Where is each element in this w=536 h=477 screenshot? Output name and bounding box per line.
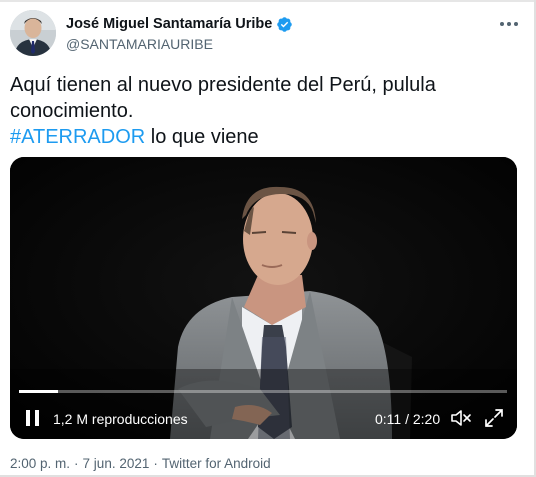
tweet-time[interactable]: 2:00 p. m. [10, 456, 70, 471]
meta-separator: · [74, 456, 79, 471]
pause-icon [26, 410, 39, 426]
fullscreen-icon [485, 409, 503, 427]
tweet-text-line-3-rest: lo que viene [145, 126, 259, 148]
more-dots-icon [500, 22, 518, 26]
top-divider [0, 0, 536, 2]
tweet-text-line-2: conocimiento. [10, 100, 134, 122]
video-progress-bar[interactable] [19, 390, 507, 393]
view-count: 1,2 M reproducciones [53, 411, 188, 427]
author-display-name[interactable]: José Miguel Santamaría Uribe [66, 16, 272, 32]
fullscreen-button[interactable] [484, 408, 504, 428]
tweet-text: Aquí tienen al nuevo presidente del Perú… [10, 72, 510, 150]
avatar-image [10, 10, 56, 56]
avatar[interactable] [10, 10, 56, 56]
verified-badge-icon [276, 16, 293, 33]
tweet-card: José Miguel Santamaría Uribe @SANTAMARIA… [0, 0, 536, 477]
tweet-text-line-3: #ATERRADOR lo que viene [10, 124, 510, 150]
author-handle[interactable]: @SANTAMARIAURIBE [66, 36, 213, 52]
tweet-date[interactable]: 7 jun. 2021 [83, 456, 150, 471]
video-progress-fill [19, 390, 58, 393]
tweet-text-line-1: Aquí tienen al nuevo presidente del Perú… [10, 74, 436, 96]
video-player[interactable]: 1,2 M reproducciones 0:11 / 2:20 [10, 157, 517, 439]
video-time: 0:11 / 2:20 [375, 411, 441, 427]
mute-button[interactable] [450, 408, 472, 428]
author-name-row[interactable]: José Miguel Santamaría Uribe [66, 15, 293, 33]
tweet-source[interactable]: Twitter for Android [162, 456, 271, 471]
hashtag-link[interactable]: #ATERRADOR [10, 126, 145, 148]
pause-button[interactable] [24, 408, 42, 428]
more-options-button[interactable] [496, 16, 522, 32]
meta-separator: · [153, 456, 158, 471]
video-frame [10, 157, 517, 439]
tweet-meta: 2:00 p. m. · 7 jun. 2021 · Twitter for A… [10, 456, 271, 471]
mute-icon [451, 410, 471, 426]
